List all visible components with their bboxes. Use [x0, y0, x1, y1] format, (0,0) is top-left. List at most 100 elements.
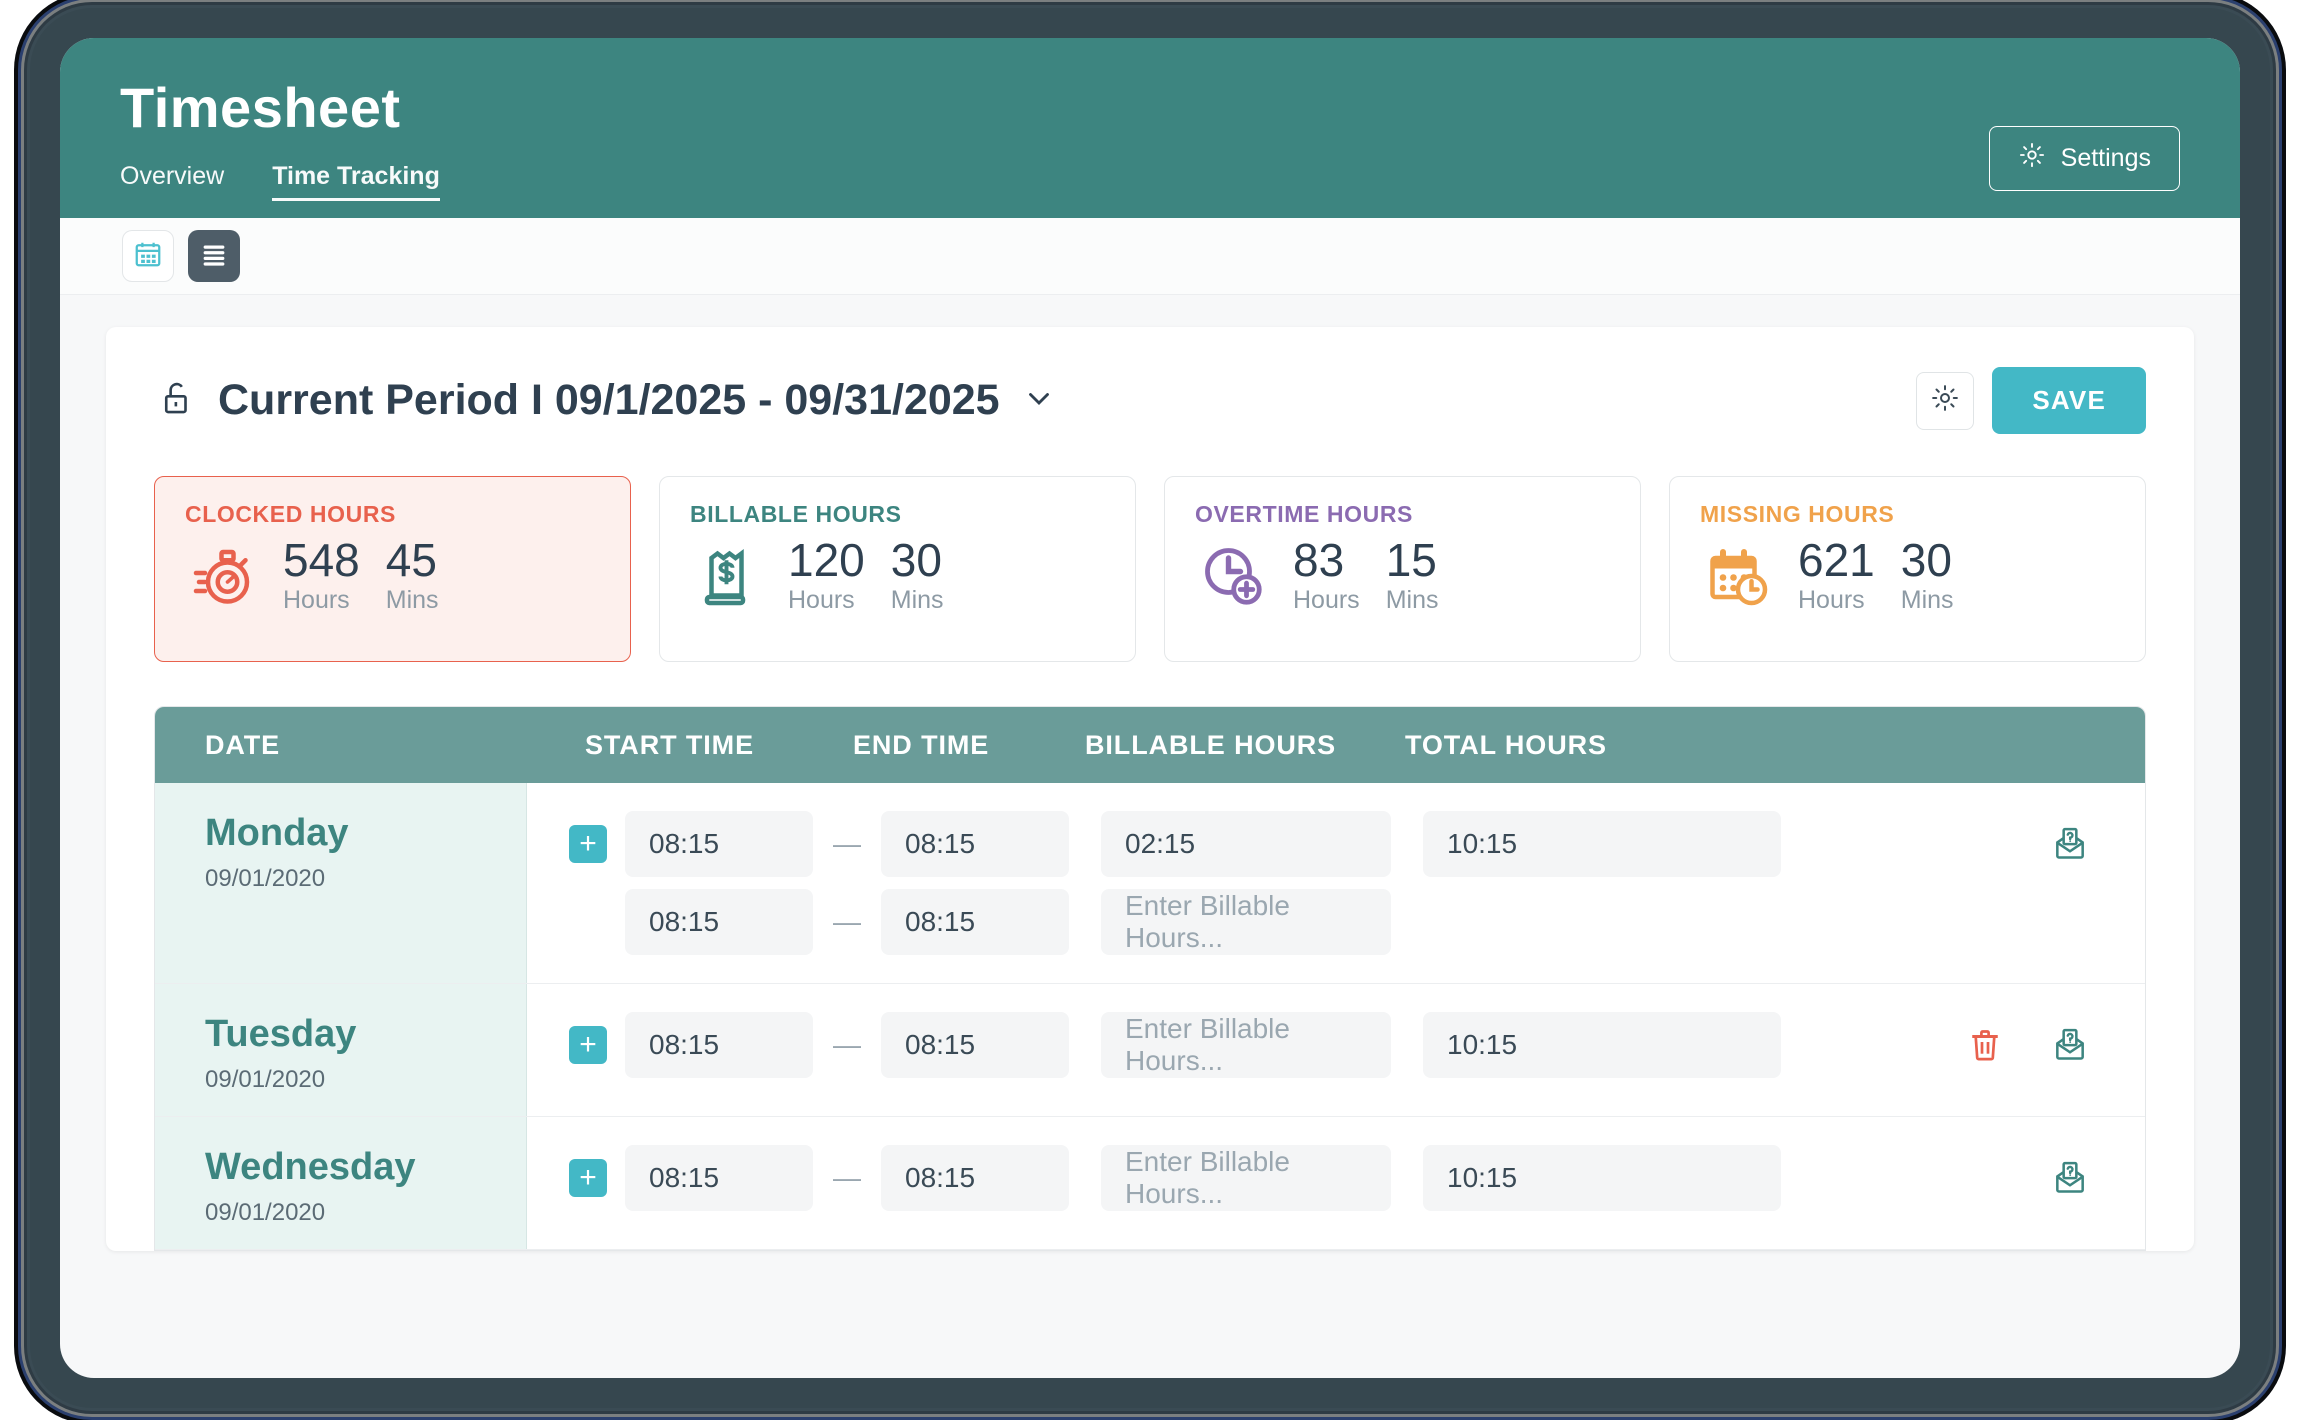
period-settings-button[interactable]	[1916, 371, 1975, 430]
end-time-input[interactable]: 08:15	[881, 1012, 1069, 1078]
calendar-clock-icon	[1700, 538, 1776, 614]
envelope-question-icon[interactable]	[2051, 1026, 2089, 1064]
stat-mins-unit: Mins	[1385, 586, 1439, 615]
unlock-icon[interactable]	[154, 377, 196, 424]
settings-button[interactable]: Settings	[1988, 126, 2180, 191]
column-header-start-time: START TIME	[585, 729, 754, 760]
stat-hours-value: 120	[788, 534, 865, 586]
row-date: 09/01/2020	[205, 864, 326, 892]
envelope-question-icon[interactable]	[2051, 1159, 2089, 1197]
device-frame: Timesheet Overview Time Tracking Setting…	[30, 8, 2270, 1408]
calendar-view-button[interactable]	[122, 230, 174, 282]
entry-line: 08:15 — 08:15 Enter Billable Hours...	[527, 883, 2145, 961]
gear-icon	[1930, 383, 1960, 418]
time-range-dash: —	[833, 1029, 861, 1060]
add-entry-button[interactable]: +	[569, 1159, 607, 1197]
period-row: Current Period I 09/1/2025 - 09/31/2025	[154, 367, 2146, 434]
stat-hours-unit: Hours	[788, 586, 855, 615]
billable-hours-input[interactable]: Enter Billable Hours...	[1101, 1145, 1391, 1211]
end-time-input[interactable]: 08:15	[881, 1145, 1069, 1211]
calendar-icon	[133, 239, 163, 274]
stat-mins-value: 30	[890, 534, 942, 586]
row-actions	[1967, 1026, 2145, 1064]
gear-icon	[2018, 141, 2046, 176]
stat-card-missing-hours[interactable]: MISSING HOURS 621 Hours 30 Mins	[1669, 476, 2146, 662]
row-day-name: Monday	[205, 812, 349, 854]
row-date-cell: Monday 09/01/2020	[155, 783, 527, 983]
stat-mins-value: 15	[1385, 534, 1437, 586]
total-hours-value: 10:15	[1423, 811, 1781, 877]
row-entries: + 08:15 — 08:15 Enter Billable Hours... …	[527, 1117, 2145, 1249]
time-range-dash: —	[833, 1162, 861, 1193]
stat-mins-value: 45	[385, 534, 437, 586]
stat-mins-value: 30	[1900, 534, 1952, 586]
end-time-input[interactable]: 08:15	[881, 811, 1069, 877]
add-entry-button[interactable]: +	[569, 1026, 607, 1064]
row-entries: + 08:15 — 08:15 Enter Billable Hours... …	[527, 984, 2145, 1116]
app-header: Timesheet Overview Time Tracking Setting…	[60, 38, 2240, 218]
start-time-input[interactable]: 08:15	[625, 1012, 813, 1078]
clock-plus-icon	[1195, 538, 1271, 614]
row-actions	[2051, 1159, 2145, 1197]
table-row: Wednesday 09/01/2020 + 08:15 — 08:15 Ent…	[155, 1117, 2145, 1250]
stat-card-billable-hours[interactable]: BILLABLE HOURS 120 Hours 30 Mins	[659, 476, 1136, 662]
tab-bar: Overview Time Tracking	[120, 162, 2180, 201]
table-row: Monday 09/01/2020 + 08:15 — 08:15 02:15 …	[155, 783, 2145, 984]
stat-card-clocked-hours[interactable]: CLOCKED HOURS 548 Hours 45 Mins	[154, 476, 631, 662]
column-header-total-hours: TOTAL HOURS	[1405, 729, 1607, 760]
stat-mins-unit: Mins	[890, 586, 944, 615]
column-header-date: DATE	[205, 729, 281, 760]
stopwatch-icon	[185, 538, 261, 614]
column-header-end-time: END TIME	[853, 729, 990, 760]
total-hours-value: 10:15	[1423, 1145, 1781, 1211]
row-day-name: Wednesday	[205, 1146, 416, 1188]
entry-line: + 08:15 — 08:15 02:15 10:15	[527, 805, 2145, 883]
device-screen: Timesheet Overview Time Tracking Setting…	[60, 38, 2240, 1378]
start-time-input[interactable]: 08:15	[625, 889, 813, 955]
stat-mins-unit: Mins	[1900, 586, 1954, 615]
row-date: 09/01/2020	[205, 1065, 326, 1093]
stat-mins-unit: Mins	[385, 586, 439, 615]
entry-line: + 08:15 — 08:15 Enter Billable Hours... …	[527, 1006, 2145, 1084]
billable-hours-input[interactable]: Enter Billable Hours...	[1101, 1012, 1391, 1078]
time-range-dash: —	[833, 828, 861, 859]
save-button[interactable]: SAVE	[1992, 367, 2146, 434]
stats-row: CLOCKED HOURS 548 Hours 45 Mins BILLABLE…	[154, 476, 2146, 662]
list-view-button[interactable]	[188, 230, 240, 282]
list-icon	[199, 239, 229, 274]
trash-icon[interactable]	[1967, 1027, 2003, 1063]
settings-button-label: Settings	[2060, 144, 2151, 172]
row-day-name: Tuesday	[205, 1013, 357, 1055]
stat-label: CLOCKED HOURS	[185, 501, 396, 527]
entry-line: + 08:15 — 08:15 Enter Billable Hours... …	[527, 1139, 2145, 1217]
stat-hours-unit: Hours	[283, 586, 350, 615]
receipt-dollar-icon	[690, 538, 766, 614]
row-actions	[2051, 825, 2145, 863]
billable-hours-input[interactable]: Enter Billable Hours...	[1101, 889, 1391, 955]
start-time-input[interactable]: 08:15	[625, 1145, 813, 1211]
column-header-billable-hours: BILLABLE HOURS	[1085, 729, 1337, 760]
timesheet-panel: Current Period I 09/1/2025 - 09/31/2025	[106, 327, 2194, 1251]
end-time-input[interactable]: 08:15	[881, 889, 1069, 955]
add-entry-button[interactable]: +	[569, 825, 607, 863]
envelope-question-icon[interactable]	[2051, 825, 2089, 863]
stat-card-overtime-hours[interactable]: OVERTIME HOURS 83 Hours 15 Mins	[1164, 476, 1641, 662]
time-range-dash: —	[833, 906, 861, 937]
view-toolbar	[60, 218, 2240, 295]
start-time-input[interactable]: 08:15	[625, 811, 813, 877]
billable-hours-input[interactable]: 02:15	[1101, 811, 1391, 877]
stat-hours-value: 548	[283, 534, 360, 586]
tab-time-tracking[interactable]: Time Tracking	[272, 162, 440, 201]
period-actions: SAVE	[1916, 367, 2146, 434]
chevron-down-icon[interactable]	[1022, 381, 1056, 420]
row-entries: + 08:15 — 08:15 02:15 10:15 08:15 — 08:1…	[527, 783, 2145, 983]
row-date-cell: Wednesday 09/01/2020	[155, 1117, 527, 1249]
table-row: Tuesday 09/01/2020 + 08:15 — 08:15 Enter…	[155, 984, 2145, 1117]
stat-label: MISSING HOURS	[1700, 501, 1895, 527]
timesheet-table: DATE START TIME END TIME BILLABLE HOURS …	[154, 706, 2146, 1251]
total-hours-value: 10:15	[1423, 1012, 1781, 1078]
stat-label: OVERTIME HOURS	[1195, 501, 1413, 527]
row-date: 09/01/2020	[205, 1198, 326, 1226]
stat-label: BILLABLE HOURS	[690, 501, 902, 527]
tab-overview[interactable]: Overview	[120, 162, 224, 201]
